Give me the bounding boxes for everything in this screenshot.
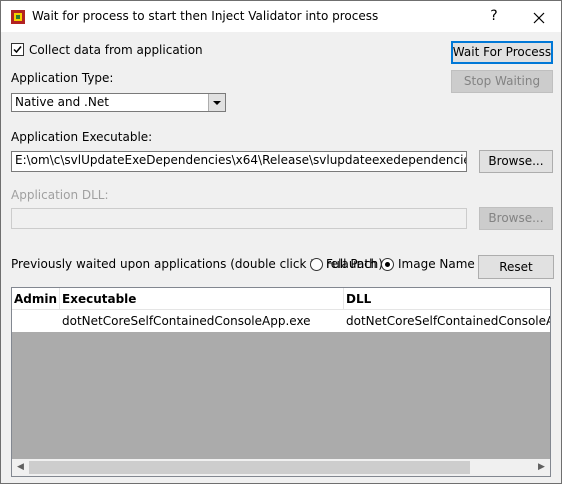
column-header-admin[interactable]: Admin [12, 288, 60, 310]
browse-executable-button[interactable]: Browse... [479, 150, 553, 173]
application-type-label: Application Type: [11, 71, 114, 85]
image-name-radio[interactable] [381, 258, 394, 271]
help-button[interactable]: ? [471, 1, 517, 32]
full-path-label: Full Path [326, 257, 377, 271]
table-row[interactable]: dotNetCoreSelfContainedConsoleApp.exe do… [12, 310, 551, 332]
window-title: Wait for process to start then Inject Va… [32, 9, 379, 23]
scrollbar-thumb[interactable] [29, 461, 470, 474]
application-executable-label: Application Executable: [11, 130, 153, 144]
previous-apps-list[interactable]: Admin Executable DLL dotNetCoreSelfConta… [11, 287, 551, 477]
scroll-right-icon[interactable]: ▶ [533, 459, 550, 476]
full-path-radio[interactable] [310, 258, 323, 271]
application-type-value: Native and .Net [15, 95, 109, 109]
browse-dll-button[interactable]: Browse... [479, 207, 553, 230]
collect-data-label: Collect data from application [29, 43, 203, 57]
wait-for-process-button[interactable]: Wait For Process [451, 41, 553, 64]
radio-selected-dot [385, 262, 390, 267]
image-name-label: Image Name [398, 257, 475, 271]
app-icon [10, 9, 26, 25]
stop-waiting-button[interactable]: Stop Waiting [451, 70, 553, 93]
close-button[interactable] [517, 1, 561, 32]
scroll-left-icon[interactable]: ◀ [12, 459, 29, 476]
dialog-window: Wait for process to start then Inject Va… [0, 0, 562, 484]
application-dll-label: Application DLL: [11, 188, 109, 202]
reset-button[interactable]: Reset [478, 255, 554, 279]
check-icon [13, 46, 22, 54]
cell-dll: dotNetCoreSelfContainedConsoleApp [346, 314, 551, 328]
application-dll-input[interactable] [11, 208, 467, 229]
application-type-select[interactable]: Native and .Net [11, 93, 226, 112]
horizontal-scrollbar[interactable]: ◀ ▶ [12, 459, 550, 476]
cell-admin [12, 310, 60, 332]
column-header-executable[interactable]: Executable [60, 288, 344, 310]
column-header-dll[interactable]: DLL [344, 288, 550, 310]
list-header: Admin Executable DLL [12, 288, 550, 310]
cell-executable: dotNetCoreSelfContainedConsoleApp.exe [62, 314, 311, 328]
application-executable-input[interactable]: E:\om\c\svlUpdateExeDependencies\x64\Rel… [11, 151, 467, 172]
chevron-down-icon[interactable] [208, 94, 225, 111]
close-icon [533, 7, 545, 26]
collect-data-checkbox[interactable] [11, 43, 24, 56]
title-bar[interactable]: Wait for process to start then Inject Va… [1, 1, 561, 32]
